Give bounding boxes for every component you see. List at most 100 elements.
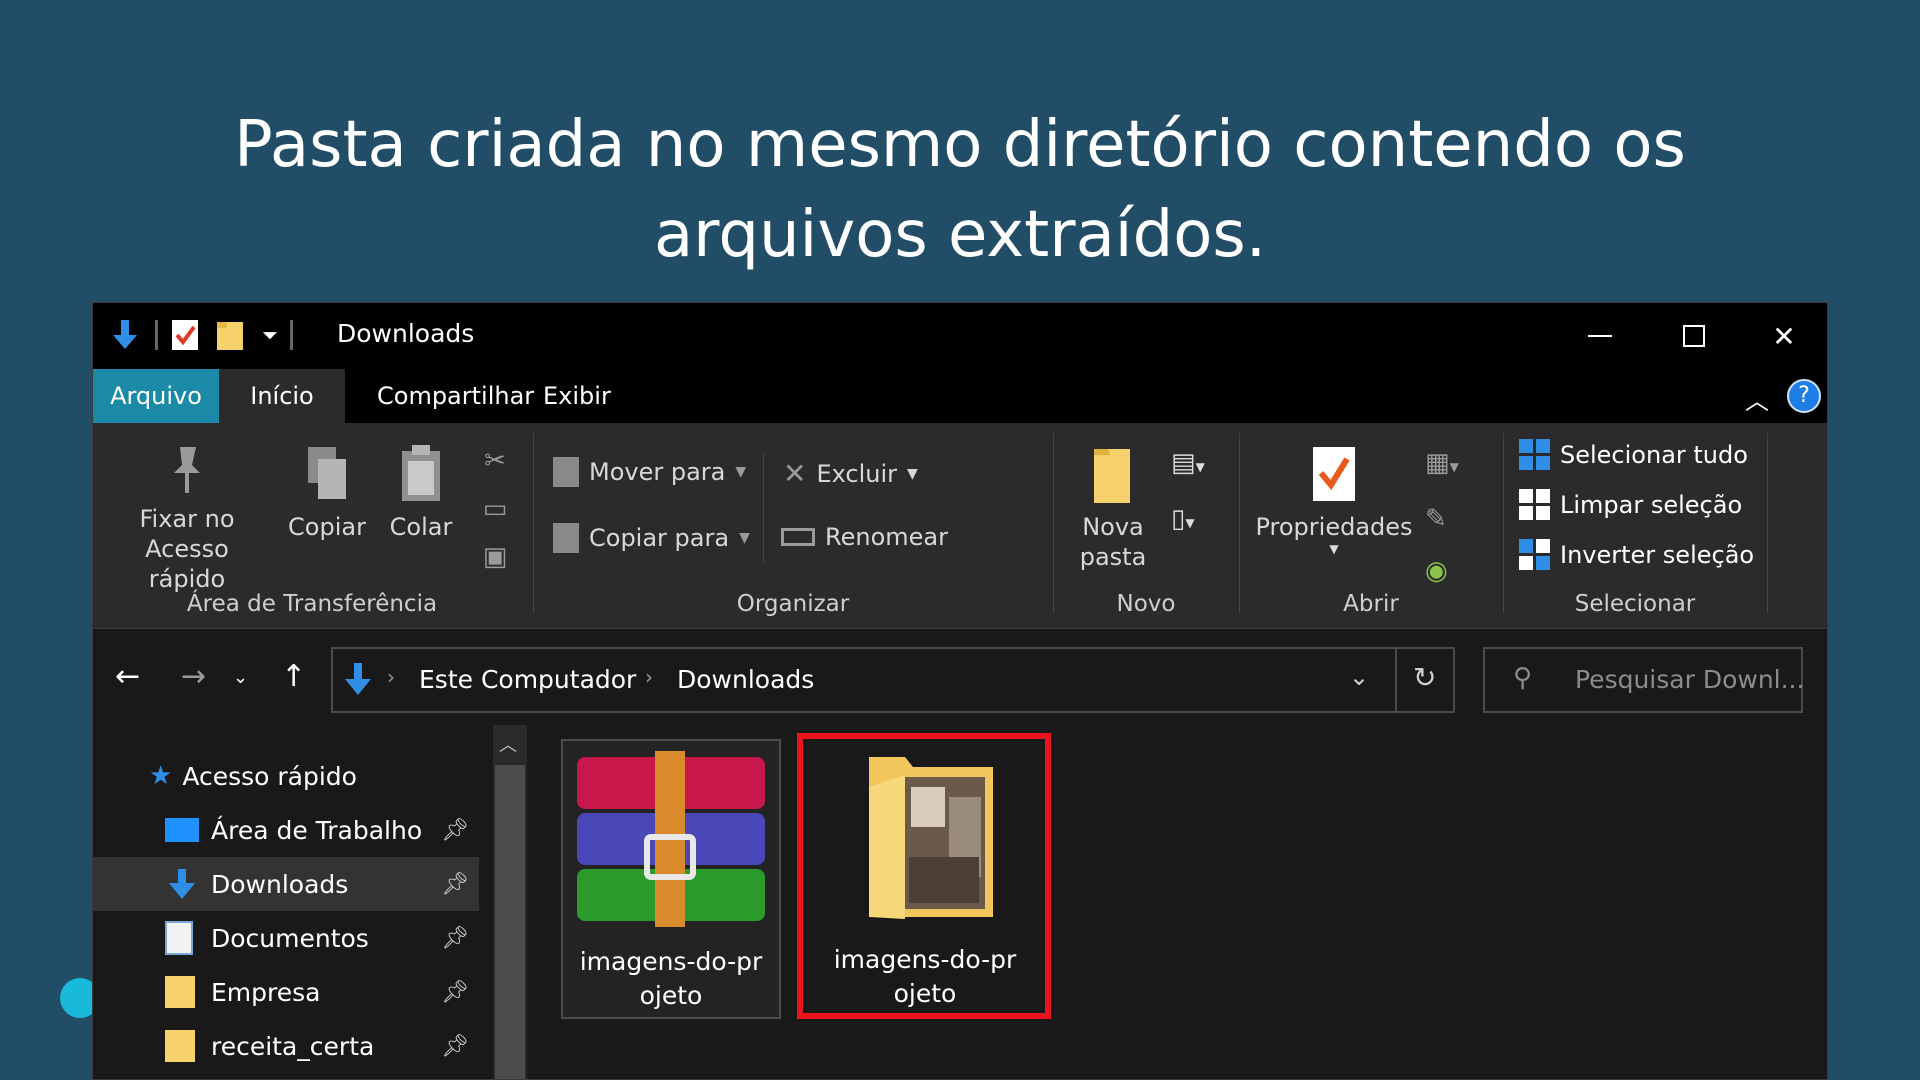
- copy-path-icon[interactable]: ▭: [475, 485, 515, 533]
- select-all-label: Selecionar tudo: [1560, 440, 1748, 469]
- group-label-organize: Organizar: [736, 591, 850, 617]
- open-icon[interactable]: ▦▼: [1425, 437, 1459, 493]
- invert-selection-button[interactable]: Inverter seleção: [1519, 539, 1754, 570]
- forward-arrow-icon[interactable]: →: [181, 659, 206, 694]
- nav-item-receita-certa[interactable]: receita_certa 📌︎: [93, 1019, 479, 1073]
- address-dropdown-icon[interactable]: ⌄: [1349, 663, 1369, 691]
- select-all-button[interactable]: Selecionar tudo: [1519, 439, 1748, 470]
- new-folder-line-1: Nova: [1082, 513, 1144, 541]
- new-item-icon[interactable]: ▤▼: [1171, 437, 1205, 493]
- nav-item-documentos[interactable]: Documentos 📌︎: [93, 911, 479, 965]
- pin-quick-access-button[interactable]: Fixar no Acesso rápido: [107, 443, 267, 594]
- tab-inicio[interactable]: Início: [219, 369, 345, 423]
- title-bar: ⏷ Downloads ✕: [93, 303, 1827, 369]
- maximize-icon: [1683, 325, 1705, 347]
- new-folder-button[interactable]: Nova pasta: [1063, 443, 1163, 572]
- select-none-label: Limpar seleção: [1560, 490, 1743, 519]
- rename-icon: [781, 528, 815, 546]
- customize-toolbar-icon[interactable]: ⏷: [262, 323, 278, 347]
- new-folder-icon[interactable]: [214, 318, 248, 352]
- address-bar[interactable]: › Este Computador › Downloads ⌄ ↻: [331, 647, 1455, 713]
- pin-icon: [174, 447, 200, 493]
- search-icon: ⚲: [1513, 663, 1533, 693]
- copy-to-icon: [553, 523, 579, 553]
- breadcrumb-este-computador[interactable]: Este Computador: [419, 665, 636, 694]
- breadcrumb-separator-icon: ›: [387, 665, 395, 689]
- recent-locations-chevron-icon[interactable]: ⌄: [233, 667, 248, 688]
- maximize-button[interactable]: [1649, 309, 1739, 363]
- paste-shortcut-icon[interactable]: ▣: [475, 533, 515, 581]
- nav-scrollbar-thumb[interactable]: [495, 765, 525, 1079]
- nav-item-downloads[interactable]: Downloads 📌︎: [93, 857, 479, 911]
- collapse-ribbon-icon[interactable]: ︿: [1745, 381, 1769, 416]
- chevron-down-icon: ▼: [739, 530, 750, 546]
- download-arrow-icon[interactable]: [107, 317, 143, 353]
- breadcrumb-downloads[interactable]: Downloads: [677, 665, 814, 694]
- help-icon[interactable]: ?: [1787, 379, 1821, 413]
- pin-icon[interactable]: 📌︎: [441, 872, 469, 897]
- nav-item-area-de-trabalho[interactable]: Área de Trabalho 📌︎: [93, 803, 479, 857]
- pin-label-line-1: Fixar no: [139, 505, 235, 533]
- nav-item-label: receita_certa: [211, 1031, 375, 1061]
- tab-compartilhar[interactable]: Compartilhar: [359, 369, 552, 423]
- chevron-down-icon: ▼: [1329, 542, 1339, 556]
- rename-button[interactable]: Renomear: [781, 523, 948, 551]
- easy-access-icon[interactable]: ▯▼: [1171, 493, 1205, 549]
- copy-icon: [308, 447, 346, 499]
- back-arrow-icon[interactable]: ←: [115, 659, 140, 694]
- nav-item-empresa[interactable]: Empresa 📌︎: [93, 965, 479, 1019]
- tab-arquivo[interactable]: Arquivo: [93, 369, 219, 423]
- pin-icon[interactable]: 📌︎: [441, 926, 469, 951]
- close-button[interactable]: ✕: [1739, 309, 1827, 363]
- select-none-button[interactable]: Limpar seleção: [1519, 489, 1742, 520]
- minimize-button[interactable]: [1555, 309, 1645, 363]
- edit-icon[interactable]: ✎: [1425, 493, 1459, 545]
- copy-to-label: Copiar para: [589, 524, 730, 552]
- file-name: imagens-do-pr ojeto: [563, 945, 779, 1013]
- select-none-icon: [1519, 489, 1550, 520]
- pin-icon[interactable]: 📌︎: [441, 1034, 469, 1059]
- ribbon-separator: [763, 453, 764, 563]
- navigation-bar: ← → ⌄ ↑ › Este Computador › Downloads ⌄ …: [93, 629, 1827, 725]
- properties-button[interactable]: Propriedades ▼: [1249, 443, 1419, 556]
- scroll-up-icon[interactable]: ︿: [499, 731, 517, 757]
- clipboard-small-actions: ✂ ▭ ▣: [475, 437, 515, 581]
- chevron-down-icon: ▼: [907, 465, 918, 482]
- copy-button[interactable]: Copiar: [277, 443, 377, 542]
- move-to-label: Mover para: [589, 458, 726, 486]
- headline: Pasta criada no mesmo diretório contendo…: [0, 100, 1920, 280]
- refresh-icon[interactable]: ↻: [1413, 661, 1436, 694]
- select-all-icon: [1519, 439, 1550, 470]
- download-icon: [169, 869, 195, 899]
- search-placeholder: Pesquisar Downl...: [1575, 665, 1805, 694]
- up-arrow-icon[interactable]: ↑: [281, 659, 306, 694]
- pin-icon[interactable]: 📌︎: [441, 980, 469, 1005]
- toolbar-divider: [290, 320, 293, 350]
- headline-line-1: Pasta criada no mesmo diretório contendo…: [234, 108, 1686, 182]
- headline-line-2: arquivos extraídos.: [653, 198, 1267, 272]
- folder-icon: [165, 1030, 195, 1062]
- tab-exibir[interactable]: Exibir: [525, 369, 629, 423]
- pin-icon[interactable]: 📌︎: [441, 818, 469, 843]
- ribbon-separator: [533, 433, 534, 613]
- cut-icon[interactable]: ✂: [475, 437, 515, 485]
- search-box[interactable]: ⚲ Pesquisar Downl...: [1483, 647, 1805, 713]
- history-icon[interactable]: ◉: [1425, 545, 1459, 597]
- ribbon-separator: [1239, 433, 1240, 613]
- highlight-box: [797, 733, 1051, 1019]
- nav-item-label: Empresa: [211, 977, 321, 1007]
- star-icon: ★: [149, 761, 173, 791]
- new-folder-line-2: pasta: [1079, 543, 1147, 571]
- file-item-archive[interactable]: imagens-do-pr ojeto: [561, 739, 781, 1019]
- ribbon-tabs: Arquivo Início Compartilhar Exibir ︿ ?: [93, 369, 1827, 423]
- delete-button[interactable]: ✕ Excluir ▼: [783, 457, 918, 490]
- copy-to-button[interactable]: Copiar para ▼: [553, 523, 750, 553]
- paste-button[interactable]: Colar: [379, 443, 463, 542]
- group-label-select: Selecionar: [1574, 591, 1696, 617]
- properties-check-icon[interactable]: [170, 318, 200, 352]
- ribbon-separator: [1767, 433, 1768, 613]
- file-name-line-2: ojeto: [639, 981, 703, 1010]
- copy-label: Copiar: [288, 513, 366, 541]
- nav-item-acesso-rapido[interactable]: ★ Acesso rápido: [93, 749, 479, 803]
- move-to-button[interactable]: Mover para ▼: [553, 457, 746, 487]
